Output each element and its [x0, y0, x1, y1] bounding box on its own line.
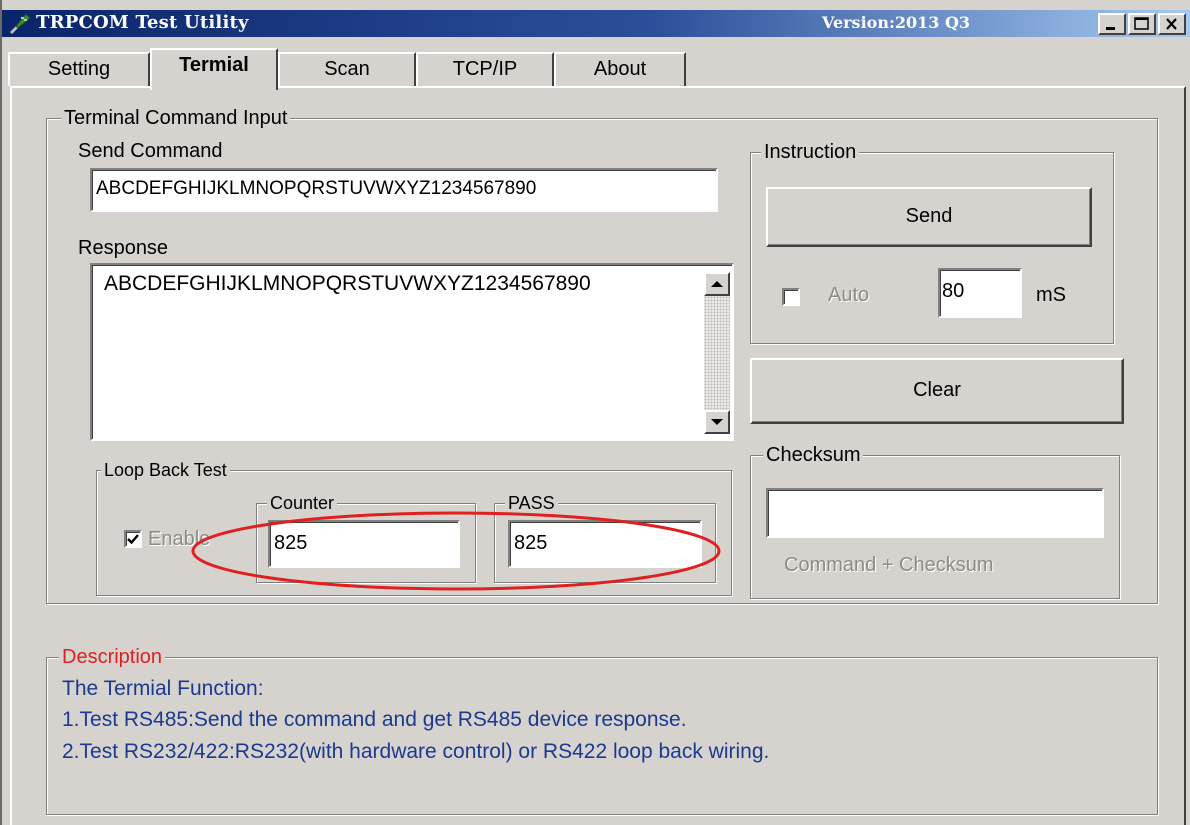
auto-checkbox[interactable]: [782, 288, 800, 306]
app-window: TRPCOM Test Utility Version:2013 Q3 Sett…: [0, 0, 1190, 825]
description-line: The Termial Function:: [62, 677, 264, 700]
enable-checkbox[interactable]: [124, 530, 142, 548]
maximize-button[interactable]: [1128, 13, 1156, 35]
response-scroll-down[interactable]: [704, 410, 730, 434]
minimize-icon: [1106, 27, 1115, 30]
response-label: Response: [78, 237, 169, 259]
checksum-title: Checksum: [763, 444, 864, 466]
terminal-command-title: Terminal Command Input: [61, 107, 291, 129]
version-label: Version:2013 Q3: [822, 13, 971, 32]
response-scroll-track[interactable]: [704, 296, 730, 410]
interval-unit-label: mS: [1036, 284, 1066, 306]
minimize-button[interactable]: [1098, 13, 1126, 35]
tab-setting[interactable]: Setting: [8, 52, 150, 86]
send-command-input[interactable]: ABCDEFGHIJKLMNOPQRSTUVWXYZ1234567890: [90, 168, 718, 212]
tab-scan[interactable]: Scan: [278, 52, 416, 86]
highlight-ellipse: [191, 511, 721, 591]
instruction-group: Instruction: [750, 141, 1114, 344]
tab-tcpip[interactable]: TCP/IP: [416, 52, 554, 86]
checksum-field[interactable]: [766, 488, 1104, 538]
interval-field[interactable]: 80: [938, 268, 1022, 318]
app-icon: [10, 13, 31, 34]
send-button[interactable]: Send: [766, 187, 1092, 247]
checksum-hint: Command + Checksum: [784, 554, 994, 576]
clear-button[interactable]: Clear: [750, 358, 1124, 424]
description-line: 1.Test RS485:Send the command and get RS…: [62, 708, 687, 731]
maximize-icon: [1134, 17, 1149, 30]
send-command-label: Send Command: [78, 140, 223, 162]
window-title: TRPCOM Test Utility: [36, 12, 249, 33]
tab-about[interactable]: About: [554, 52, 686, 86]
response-scroll-up[interactable]: [704, 272, 730, 296]
response-textarea[interactable]: ABCDEFGHIJKLMNOPQRSTUVWXYZ1234567890: [90, 263, 734, 441]
check-icon: [127, 534, 139, 545]
scroll-down-icon: [711, 419, 723, 425]
description-line: 2.Test RS232/422:RS232(with hardware con…: [62, 740, 770, 763]
close-button[interactable]: [1158, 13, 1186, 35]
tab-termial[interactable]: Termial: [150, 48, 278, 90]
title-bar[interactable]: TRPCOM Test Utility Version:2013 Q3: [2, 10, 1190, 37]
description-title: Description: [59, 646, 166, 668]
scroll-up-icon: [711, 281, 723, 287]
close-icon: [1166, 18, 1177, 30]
auto-label: Auto: [828, 284, 870, 306]
loop-back-test-title: Loop Back Test: [101, 459, 230, 481]
instruction-title: Instruction: [761, 141, 860, 163]
